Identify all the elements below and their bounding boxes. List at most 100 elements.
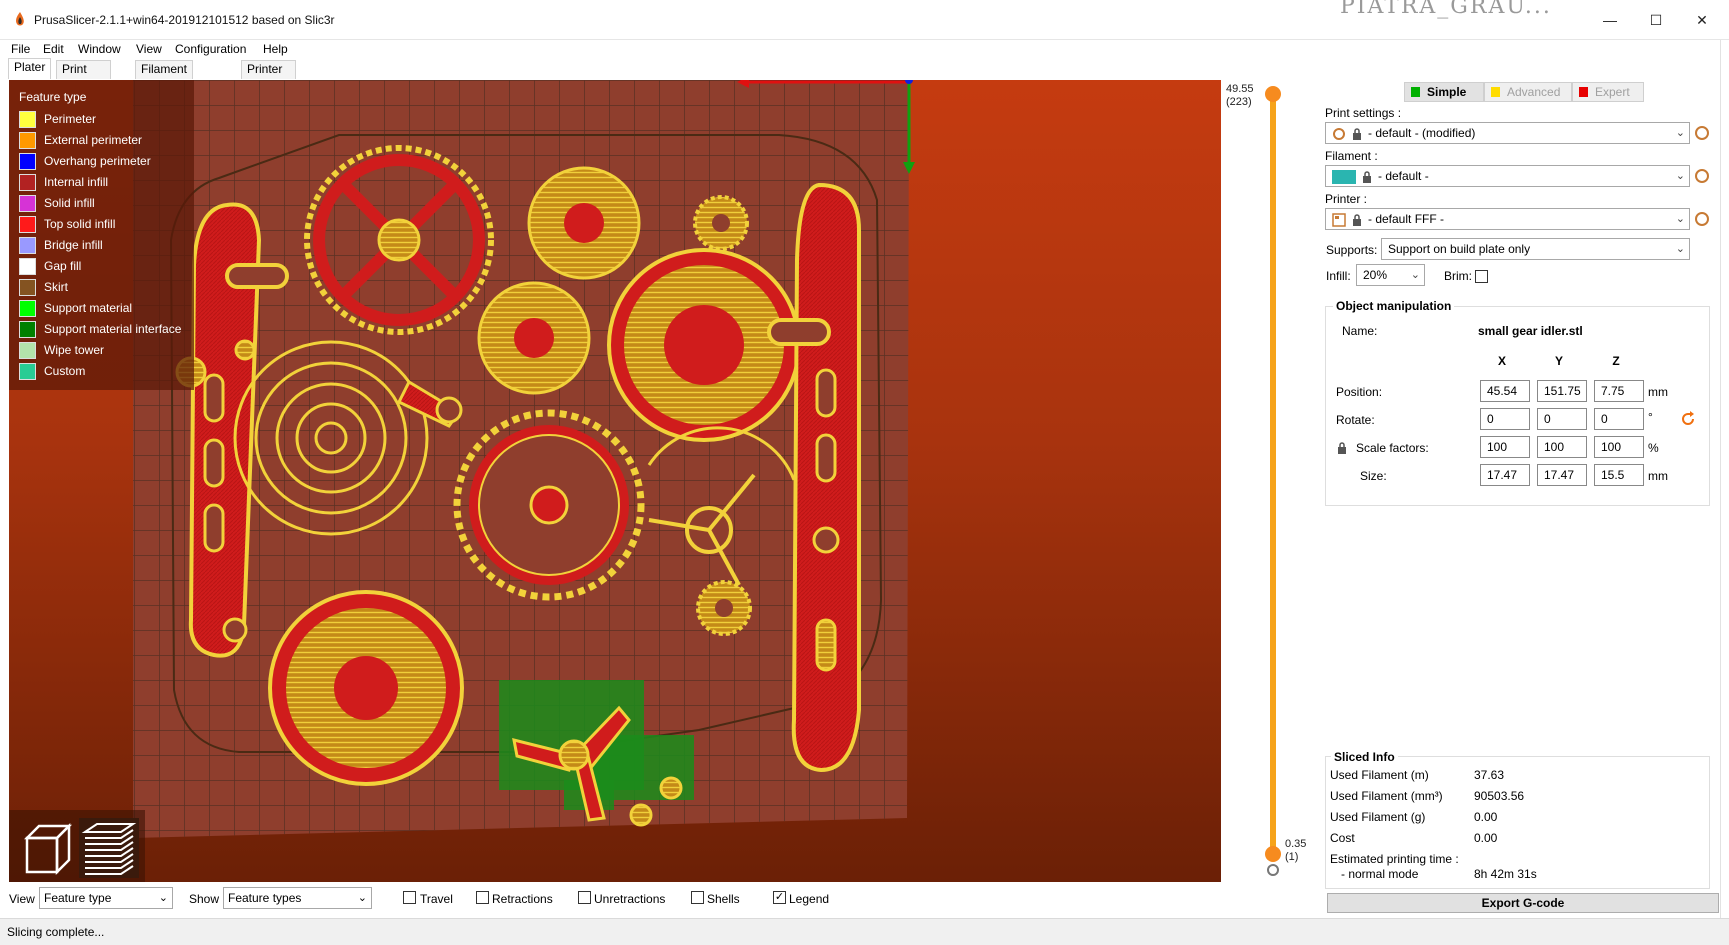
menu-configuration[interactable]: Configuration [175,40,246,58]
slider-settings-icon[interactable] [1267,864,1279,876]
preview-layers-icon[interactable] [79,818,139,878]
mode-advanced-button[interactable]: Advanced [1484,82,1572,102]
close-button[interactable]: ✕ [1680,8,1724,32]
printer-edit-icon[interactable] [1695,212,1709,226]
supports-label: Supports: [1326,243,1378,257]
rotate-y-input[interactable]: 0 [1537,408,1587,430]
chevron-down-icon: ⌄ [1410,269,1420,281]
travel-checkbox[interactable] [403,891,416,904]
layer-slider-track[interactable] [1270,92,1276,854]
slider-lower-thumb[interactable] [1265,846,1281,862]
legend-item-solid-infill: Solid infill [19,193,194,214]
slider-upper-thumb[interactable] [1265,86,1281,102]
print-settings-combo[interactable]: - default - (modified) ⌄ [1325,122,1690,144]
preview-toolbar: View Feature type ⌄ Show Feature types ⌄… [0,882,1322,916]
retractions-checkbox[interactable] [476,891,489,904]
filament-edit-icon[interactable] [1695,169,1709,183]
slider-top-layer: (223) [1226,96,1252,108]
show-features-value: Feature types [228,891,302,905]
legend-label: Perimeter [44,112,97,126]
legend-checkbox[interactable]: ✓ [773,891,786,904]
scale-lock-icon[interactable] [1337,442,1347,454]
menu-help[interactable]: Help [263,40,288,58]
advanced-mode-icon [1491,87,1500,97]
tab-printer-settings[interactable]: Printer Settings [241,60,297,93]
print-settings-edit-icon[interactable] [1695,126,1709,140]
slider-bottom-value: 0.35 [1285,838,1307,850]
position-x-input[interactable]: 45.54 [1480,380,1530,402]
size-y-input[interactable]: 17.47 [1537,464,1587,486]
used-filament-mm3-label: Used Filament (mm³) [1330,789,1443,803]
lock-icon [1353,214,1361,226]
gcode-preview-viewport[interactable]: Feature type Perimeter External perimete… [9,80,1221,882]
legend-item-overhang-perimeter: Overhang perimeter [19,151,194,172]
supports-value: Support on build plate only [1388,242,1531,256]
export-gcode-button[interactable]: Export G-code [1327,893,1719,913]
lock-icon [1363,171,1371,183]
reset-rotation-icon[interactable] [1680,411,1696,427]
mode-simple-button[interactable]: Simple [1404,82,1484,102]
legend-label: Wipe tower [44,343,105,357]
infill-label: Infill: [1326,269,1351,283]
maximize-button[interactable]: ☐ [1634,8,1678,32]
legend-item-wipe-tower: Wipe tower [19,340,194,361]
menu-edit[interactable]: Edit [43,40,64,58]
legend-item-perimeter: Perimeter [19,109,194,130]
view-type-value: Feature type [44,891,112,905]
rotate-x-input[interactable]: 0 [1480,408,1530,430]
legend-label: Bridge infill [44,238,103,252]
status-bar: Slicing complete... [0,918,1729,945]
tab-print-settings[interactable]: Print Settings [56,60,112,93]
axis-y-header: Y [1554,354,1563,368]
legend-title: Feature type [19,90,87,104]
scale-z-input[interactable]: 100 [1594,436,1644,458]
tab-filament-settings[interactable]: Filament Settings [135,60,194,93]
legend-item-support-material-interface: Support material interface [19,319,194,340]
legend-item-gap-fill: Gap fill [19,256,194,277]
chevron-down-icon: ⌄ [158,892,168,904]
brim-checkbox[interactable] [1475,270,1488,283]
menu-view[interactable]: View [136,40,162,58]
3d-view-cube-icon[interactable] [17,818,77,878]
chevron-down-icon: ⌄ [1675,170,1685,182]
legend-item-top-solid-infill: Top solid infill [19,214,194,235]
legend-label: Top solid infill [44,217,116,231]
scale-x-input[interactable]: 100 [1480,436,1530,458]
minimize-button[interactable]: — [1588,8,1632,32]
used-filament-m-value: 37.63 [1474,768,1505,782]
menu-window[interactable]: Window [78,40,121,58]
legend-label: External perimeter [44,133,143,147]
rotate-z-input[interactable]: 0 [1594,408,1644,430]
feature-type-legend: Feature type Perimeter External perimete… [9,80,194,390]
legend-item-custom: Custom [19,361,194,382]
filament-combo[interactable]: - default - ⌄ [1325,165,1690,187]
size-label: Size: [1360,469,1387,483]
position-y-input[interactable]: 151.75 [1537,380,1587,402]
cost-label: Cost [1330,831,1355,845]
filament-label: Filament : [1325,149,1378,163]
axis-z-header: Z [1612,354,1620,368]
used-filament-mm3-value: 90503.56 [1474,789,1525,803]
tab-plater[interactable]: Plater [8,58,52,79]
unretractions-checkbox[interactable] [578,891,591,904]
position-z-input[interactable]: 7.75 [1594,380,1644,402]
supports-combo[interactable]: Support on build plate only ⌄ [1381,238,1690,260]
chevron-down-icon: ⌄ [1675,213,1685,225]
axis-x-header: X [1497,354,1506,368]
size-z-input[interactable]: 15.5 [1594,464,1644,486]
size-x-input[interactable]: 17.47 [1480,464,1530,486]
show-features-combo[interactable]: Feature types ⌄ [223,887,372,909]
legend-swatch [19,195,36,212]
right-sidebar: Simple Advanced Expert Print settings : … [1322,80,1720,916]
infill-combo[interactable]: 20% ⌄ [1356,264,1425,286]
shells-checkbox[interactable] [691,891,704,904]
menu-file[interactable]: File [11,40,30,58]
mode-advanced-label: Advanced [1507,85,1561,99]
print-settings-label: Print settings : [1325,106,1402,120]
filament-color-swatch [1332,169,1356,184]
printer-combo[interactable]: - default FFF - ⌄ [1325,208,1690,230]
view-type-combo[interactable]: Feature type ⌄ [39,887,173,909]
scale-y-input[interactable]: 100 [1537,436,1587,458]
mode-expert-button[interactable]: Expert [1572,82,1644,102]
size-unit: mm [1648,469,1668,483]
